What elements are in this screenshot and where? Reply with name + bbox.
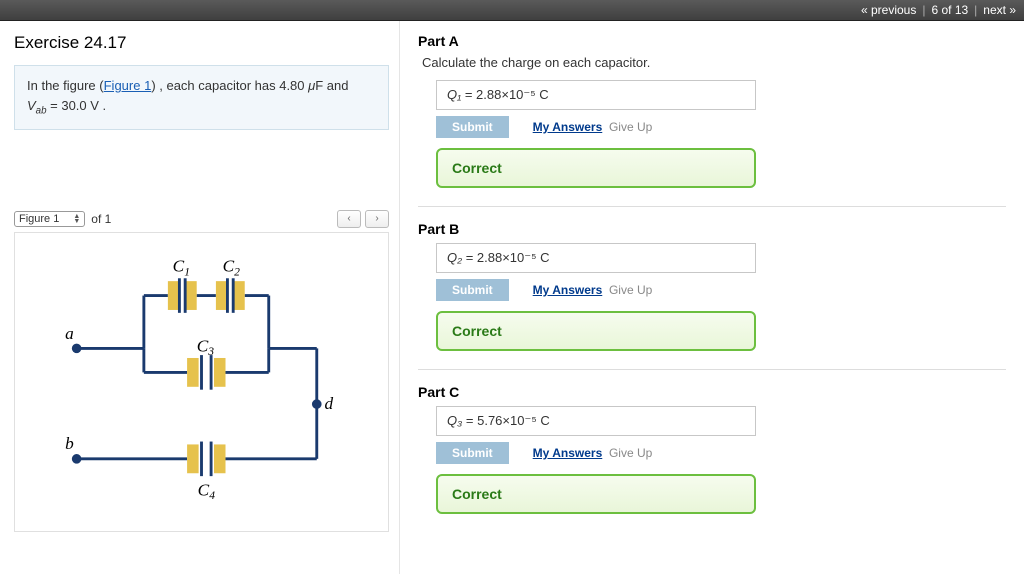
unit-q2: C [537,250,550,265]
label-c3: C3 [197,336,215,358]
give-up-link-a[interactable]: Give Up [609,120,652,134]
eq: = [462,413,477,428]
feedback-correct-a: Correct [436,148,756,188]
part-b: Part B Q₂ = 2.88×10⁻⁵ C Submit My Answer… [418,221,1006,351]
part-a-title: Part A [418,33,1006,49]
submit-button-a[interactable]: Submit [436,116,509,138]
var-q3: Q₃ [447,413,462,428]
val-q2: 2.88×10⁻⁵ [477,250,537,265]
give-up-link-b[interactable]: Give Up [609,283,652,297]
give-up-link-c[interactable]: Give Up [609,446,652,460]
problem-statement: In the figure (Figure 1) , each capacito… [14,65,389,130]
part-b-title: Part B [418,221,1006,237]
label-c1: C1 [173,256,190,278]
figure-prev-button[interactable]: ‹ [337,210,361,228]
figure-next-button[interactable]: › [365,210,389,228]
figure-count: of 1 [91,212,111,226]
separator [418,369,1006,370]
figure-link[interactable]: Figure 1 [104,78,152,93]
answer-field-q2[interactable]: Q₂ = 2.88×10⁻⁵ C [436,243,756,273]
left-pane: Exercise 24.17 In the figure (Figure 1) … [0,21,400,574]
right-pane: Part A Calculate the charge on each capa… [400,21,1024,574]
prev-link[interactable]: « previous [861,3,916,17]
eq: = [462,250,477,265]
exercise-title: Exercise 24.17 [14,33,389,53]
statement-pre: In the figure ( [27,78,104,93]
label-c2: C2 [223,256,241,278]
part-a-instruction: Calculate the charge on each capacitor. [422,55,1006,70]
var-q2: Q₂ [447,250,462,265]
feedback-correct-c: Correct [436,474,756,514]
feedback-correct-b: Correct [436,311,756,351]
eq: = [461,87,476,102]
submit-button-c[interactable]: Submit [436,442,509,464]
part-c: Part C Q₃ = 5.76×10⁻⁵ C Submit My Answer… [418,384,1006,514]
answer-field-q3[interactable]: Q₃ = 5.76×10⁻⁵ C [436,406,756,436]
answer-field-q1[interactable]: Q₁ = 2.88×10⁻⁵ C [436,80,756,110]
top-nav-bar: « previous | 6 of 13 | next » [0,0,1024,21]
my-answers-link-c[interactable]: My Answers [533,446,603,460]
val-q1: 2.88×10⁻⁵ [476,87,536,102]
figure-select[interactable]: Figure 1 ▲▼ [14,211,85,227]
part-c-title: Part C [418,384,1006,400]
unit-q1: C [536,87,549,102]
figure-canvas: C1 C2 C3 C4 a b d [14,232,389,532]
label-d: d [324,394,333,413]
next-link[interactable]: next » [983,3,1016,17]
separator [418,206,1006,207]
figure-toolbar: Figure 1 ▲▼ of 1 ‹ › [14,210,389,228]
submit-button-b[interactable]: Submit [436,279,509,301]
val-q3: 5.76×10⁻⁵ [477,413,537,428]
nav-sep: | [922,3,925,17]
figure-select-label: Figure 1 [19,213,59,225]
label-a: a [65,323,74,342]
unit-q3: C [537,413,550,428]
my-answers-link-b[interactable]: My Answers [533,283,603,297]
label-b: b [65,434,74,453]
nav-sep: | [974,3,977,17]
nav-position: 6 of 13 [931,3,968,17]
var-q1: Q₁ [447,87,461,102]
my-answers-link-a[interactable]: My Answers [533,120,603,134]
stepper-icon[interactable]: ▲▼ [73,214,80,224]
part-a: Part A Calculate the charge on each capa… [418,33,1006,188]
circuit-diagram: C1 C2 C3 C4 a b d [19,237,384,527]
label-c4: C4 [198,480,216,502]
